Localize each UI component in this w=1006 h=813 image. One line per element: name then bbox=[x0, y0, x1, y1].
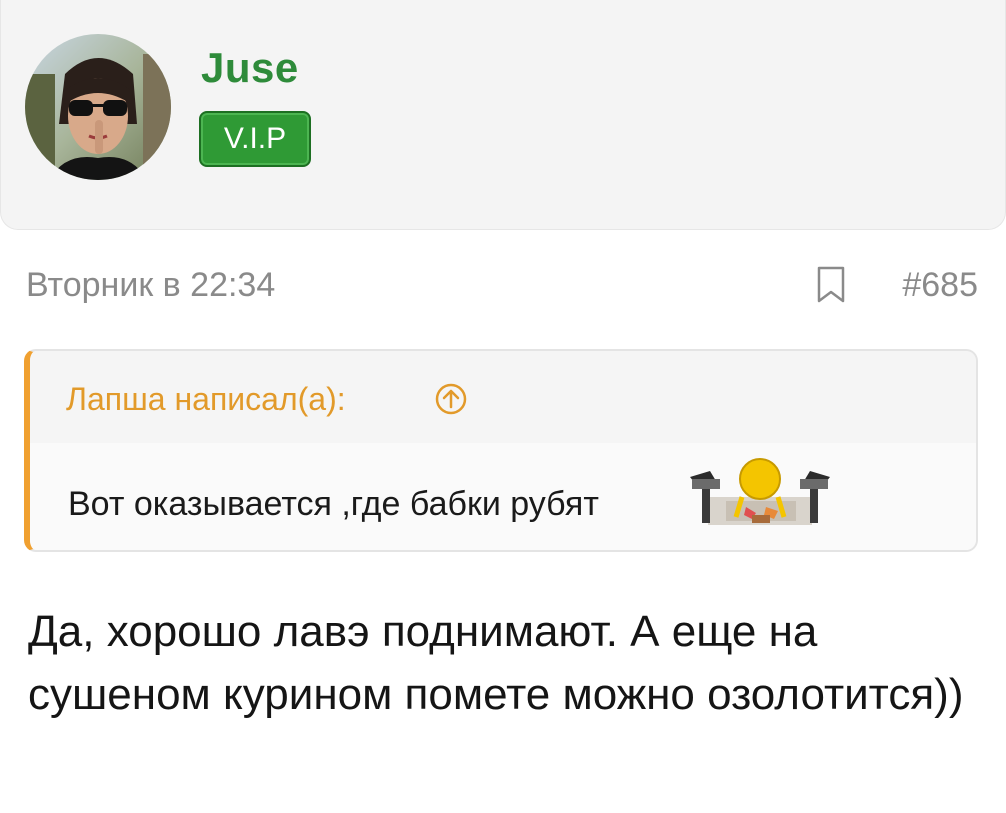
post-number[interactable]: #685 bbox=[902, 266, 978, 305]
post-timestamp[interactable]: Вторник в 22:34 bbox=[26, 266, 275, 305]
arrow-up-circle-icon[interactable] bbox=[434, 382, 468, 416]
money-chopping-smiley-icon bbox=[686, 457, 834, 527]
quote-author[interactable]: Лапша написал(а): bbox=[66, 381, 346, 418]
post-body: Да, хорошо лавэ поднимают. А еще на суше… bbox=[28, 607, 964, 719]
quote-text: Вот оказывается ,где бабки рубят bbox=[68, 485, 599, 523]
vip-badge: V.I.P bbox=[199, 111, 311, 167]
quote-body: Вот оказывается ,где бабки рубят bbox=[30, 443, 976, 550]
bookmark-icon[interactable] bbox=[816, 266, 846, 304]
user-card: Juse V.I.P bbox=[0, 0, 1006, 230]
quote-block: Лапша написал(а): Вот оказывается ,где б… bbox=[24, 349, 978, 552]
quote-header: Лапша написал(а): bbox=[30, 351, 976, 443]
avatar[interactable] bbox=[25, 34, 171, 180]
username[interactable]: Juse bbox=[201, 44, 299, 92]
